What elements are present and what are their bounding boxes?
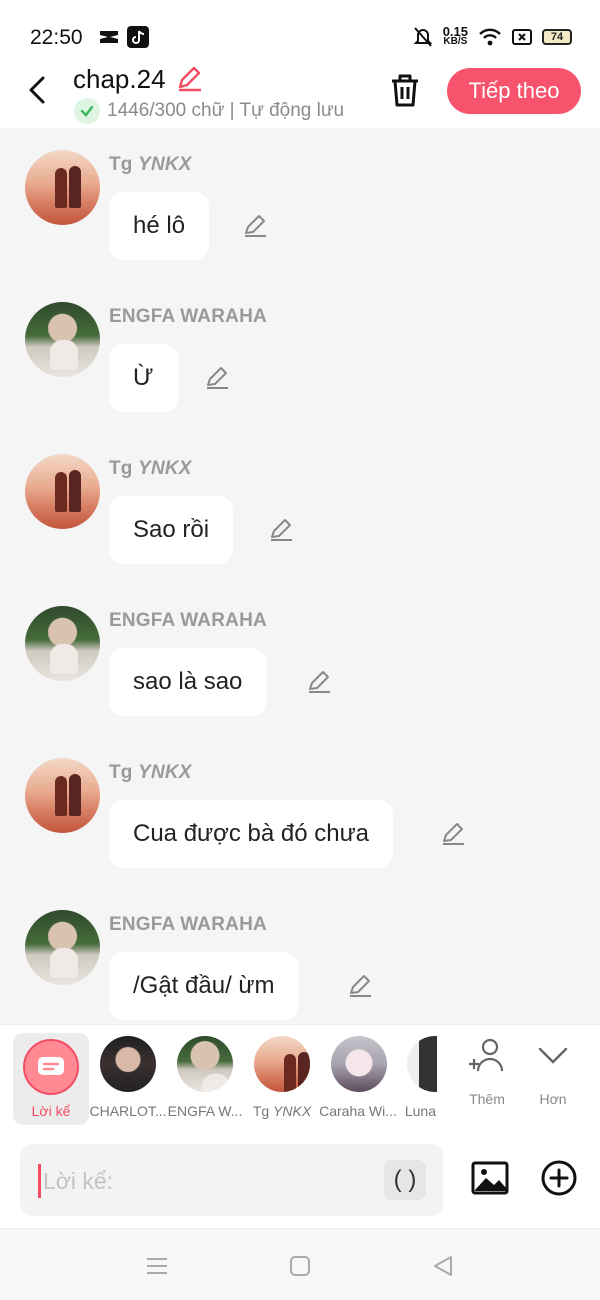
editor-header: chap.24 1446/300 chữ | Tự động lưu Tiếp … — [0, 60, 600, 128]
character-label[interactable]: Luna — [390, 1103, 436, 1119]
system-nav-bar — [0, 1228, 600, 1300]
sender-name: Tg YNKX — [109, 154, 192, 175]
message-row: ENGFA WARAHA Ừ — [0, 302, 600, 442]
add-person-icon — [469, 1038, 504, 1072]
edit-icon[interactable] — [268, 516, 294, 542]
more-button[interactable]: Hơn — [518, 1037, 588, 1107]
wifi-icon — [479, 28, 501, 46]
add-label: Thêm — [469, 1091, 505, 1107]
edit-icon[interactable] — [440, 820, 466, 846]
message-bubble[interactable]: sao là sao — [109, 648, 267, 716]
avatar[interactable] — [25, 150, 100, 225]
edit-icon[interactable] — [347, 972, 373, 998]
back-button[interactable] — [22, 70, 52, 110]
next-button[interactable]: Tiếp theo — [447, 68, 581, 114]
sender-name: ENGFA WARAHA — [109, 610, 267, 631]
home-button[interactable] — [285, 1251, 315, 1281]
avatar[interactable] — [25, 454, 100, 529]
avatar[interactable] — [25, 910, 100, 985]
back-triangle-icon — [434, 1256, 452, 1276]
message-bubble[interactable]: Cua được bà đó chưa — [109, 800, 394, 868]
sim-icon — [512, 29, 532, 45]
character-avatar[interactable] — [331, 1036, 387, 1092]
message-bubble[interactable]: Ừ — [109, 344, 178, 412]
capcut-icon — [100, 31, 118, 43]
sender-name: Tg YNKX — [109, 458, 192, 479]
status-time: 22:50 — [30, 26, 83, 49]
chapter-title[interactable]: chap.24 — [73, 64, 166, 95]
composer-box: ( ) — [20, 1144, 443, 1216]
narrator-icon — [23, 1039, 79, 1095]
message-row: ENGFA WARAHA /Gật đầu/ ừm — [0, 910, 600, 1024]
network-speed: 0.15 KB/S — [442, 24, 468, 47]
image-icon[interactable] — [470, 1158, 510, 1198]
more-label: Hơn — [539, 1091, 567, 1107]
parenthesis-button[interactable]: ( ) — [384, 1160, 426, 1200]
edit-icon[interactable] — [306, 668, 332, 694]
message-bubble[interactable]: hé lô — [109, 192, 210, 260]
autosave-status: 1446/300 chữ | Tự động lưu — [74, 98, 344, 124]
autosave-text: 1446/300 chữ | Tự động lưu — [107, 100, 345, 121]
message-bubble[interactable]: /Gật đầu/ ừm — [109, 952, 299, 1020]
chat-list[interactable]: Tg YNKX hé lô ENGFA WARAHA Ừ Tg YNKX Sao… — [0, 128, 600, 1024]
message-row: Tg YNKX Sao rồi — [0, 454, 600, 594]
avatar[interactable] — [25, 606, 100, 681]
chevron-down-icon — [538, 1047, 568, 1064]
message-row: ENGFA WARAHA sao là sao — [0, 606, 600, 746]
battery-icon: 74 — [542, 29, 572, 45]
edit-icon[interactable] — [204, 364, 230, 390]
message-bubble[interactable]: Sao rồi — [109, 496, 234, 564]
narration-input[interactable] — [38, 1164, 378, 1198]
status-bar: 22:50 0.15 KB/S 74 — [0, 0, 600, 66]
trash-icon[interactable] — [388, 72, 422, 108]
sender-name: Tg YNKX — [109, 762, 192, 783]
check-icon — [74, 98, 100, 124]
tiktok-icon — [127, 26, 149, 48]
avatar[interactable] — [25, 302, 100, 377]
sender-name: ENGFA WARAHA — [109, 306, 267, 327]
menu-icon — [147, 1258, 167, 1274]
composer: ( ) — [0, 1134, 600, 1228]
add-character-button[interactable]: Thêm — [452, 1037, 522, 1107]
character-avatar[interactable] — [177, 1036, 233, 1092]
edit-icon[interactable] — [242, 212, 268, 238]
character-avatar[interactable] — [254, 1036, 310, 1092]
mute-bell-icon — [413, 27, 433, 47]
pencil-icon[interactable] — [175, 64, 203, 92]
message-row: Tg YNKX Cua được bà đó chưa — [0, 758, 600, 898]
sender-name: ENGFA WARAHA — [109, 914, 267, 935]
chevron-left-icon — [29, 76, 45, 104]
character-avatar[interactable] — [100, 1036, 156, 1092]
menu-button[interactable] — [142, 1251, 172, 1281]
message-row: Tg YNKX hé lô — [0, 150, 600, 290]
narrator-label: Lời kể — [31, 1103, 71, 1119]
avatar[interactable] — [25, 758, 100, 833]
character-avatar[interactable] — [407, 1036, 437, 1092]
narrator-option[interactable]: Lời kể — [13, 1033, 89, 1125]
home-square-icon — [290, 1256, 310, 1276]
add-circle-icon[interactable] — [540, 1159, 578, 1197]
back-nav-button[interactable] — [428, 1251, 458, 1281]
character-picker: Lời kể CHARLOT... ENGFA W... Tg YNKX Car… — [0, 1024, 600, 1134]
